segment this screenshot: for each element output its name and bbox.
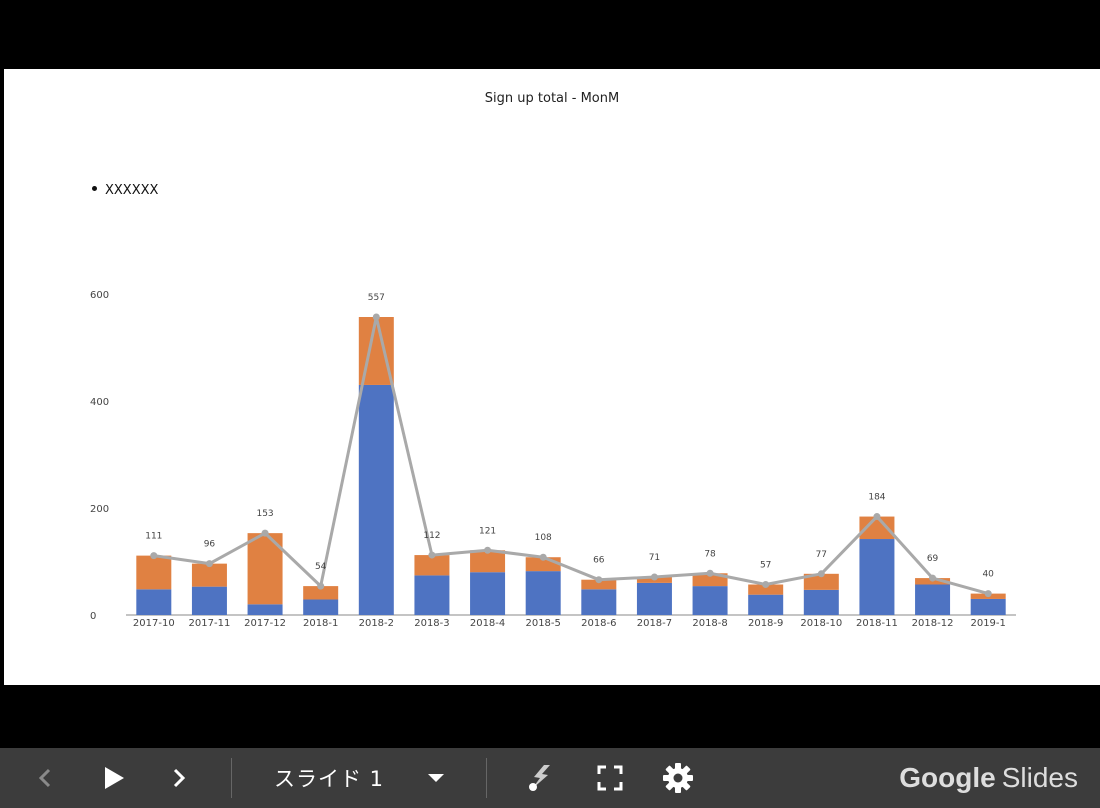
y-tick-label: 400 (90, 397, 109, 408)
y-tick-label: 600 (90, 290, 109, 301)
data-label: 54 (315, 562, 327, 572)
x-tick-label: 2018-6 (581, 618, 616, 629)
x-tick-label: 2018-11 (856, 618, 898, 629)
slide-selector-label: スライド 1 (273, 767, 385, 791)
data-label: 121 (479, 526, 496, 536)
data-label: 112 (423, 531, 440, 541)
bar-segment-series-1 (581, 589, 617, 615)
x-tick-label: 2018-10 (800, 618, 842, 629)
previous-slide-button[interactable] (28, 748, 62, 808)
toolbar-divider (231, 758, 232, 798)
brand-google: Google (899, 762, 996, 793)
slides-viewer: Sign up total - MonM XXXXXX 0 200 400 600 20… (0, 0, 1100, 808)
total-line-point (762, 581, 770, 589)
x-tick-label: 2018-4 (470, 618, 505, 629)
laser-pointer-button[interactable] (520, 748, 560, 808)
bar-segment-series-1 (191, 586, 227, 615)
bar-segment-series-1 (470, 572, 506, 615)
bar-segment-series-1 (136, 589, 172, 615)
total-line-point (484, 546, 492, 554)
total-line-point (317, 582, 325, 590)
laser-pointer-icon (529, 765, 550, 791)
bar-segment-series-1 (525, 571, 561, 615)
total-line-point (706, 569, 714, 577)
slide-selector[interactable]: スライド 1 (250, 748, 470, 808)
x-tick-label: 2018-1 (303, 618, 338, 629)
x-tick-label: 2018-5 (525, 618, 560, 629)
fullscreen-button[interactable] (592, 748, 628, 808)
x-tick-label: 2018-9 (748, 618, 783, 629)
data-label: 557 (368, 293, 385, 303)
total-line-point (372, 313, 380, 321)
bar-segment-series-1 (970, 598, 1006, 615)
bar-segment-series-1 (692, 586, 728, 615)
total-line-point (873, 513, 881, 521)
x-tick-label: 2018-8 (692, 618, 727, 629)
x-tick-label: 2019-1 (970, 618, 1005, 629)
x-tick-label: 2017-12 (244, 618, 286, 629)
total-line-point (150, 552, 158, 560)
play-icon (105, 767, 124, 789)
x-tick-label: 2018-3 (414, 618, 449, 629)
data-label: 57 (760, 561, 771, 571)
data-label: 71 (649, 553, 660, 563)
slide-canvas: Sign up total - MonM XXXXXX 0 200 400 600 20… (4, 69, 1100, 685)
data-label: 108 (535, 533, 552, 543)
brand-slides: Slides (1001, 762, 1078, 793)
chevron-right-icon (173, 768, 186, 788)
dropdown-icon (428, 774, 445, 782)
x-tick-label: 2018-2 (359, 618, 394, 629)
toolbar-divider (486, 758, 487, 798)
data-label: 69 (927, 554, 939, 564)
total-line-point (539, 553, 547, 561)
play-button[interactable] (96, 748, 132, 808)
bar-segment-series-1 (803, 589, 839, 615)
gear-icon (663, 763, 693, 793)
total-line-point (984, 590, 992, 598)
x-tick-label: 2018-12 (912, 618, 954, 629)
total-line-point (817, 570, 825, 578)
bar-segment-series-1 (636, 582, 672, 615)
data-label: 78 (704, 549, 716, 559)
data-label: 153 (256, 509, 273, 519)
bar-segment-series-1 (915, 584, 951, 615)
total-line-point (650, 573, 658, 581)
data-label: 77 (816, 550, 827, 560)
data-label: 111 (145, 532, 162, 542)
signup-chart: 0 200 400 600 2017-10 2017-11 2017-12 2018-1 201… (90, 290, 1016, 629)
x-tick-label: 2017-11 (189, 618, 231, 629)
bar-segment-series-1 (247, 604, 283, 615)
bar-segment-series-2 (136, 555, 172, 590)
data-label: 96 (204, 540, 216, 550)
y-tick-label: 0 (90, 611, 96, 622)
presentation-toolbar: スライド 1 Google Slides (0, 748, 1100, 808)
total-line-point (595, 576, 603, 584)
next-slide-button[interactable] (162, 748, 196, 808)
bar-segment-series-1 (358, 384, 394, 615)
x-tick-label: 2017-10 (133, 618, 175, 629)
google-slides-logo: Google Slides (899, 748, 1078, 808)
bar-segment-series-1 (414, 575, 450, 615)
total-line-point (929, 574, 937, 582)
data-label: 184 (868, 493, 885, 503)
total-line-point (428, 551, 436, 559)
chevron-left-icon (38, 768, 51, 788)
x-tick-label: 2018-7 (637, 618, 672, 629)
y-tick-label: 200 (90, 504, 109, 515)
data-label: 66 (593, 556, 605, 566)
settings-button[interactable] (656, 748, 700, 808)
fullscreen-icon (597, 765, 623, 791)
bar-segment-series-1 (748, 594, 784, 615)
total-line-point (205, 560, 213, 568)
total-line-point (261, 529, 269, 537)
bar-segment-series-1 (303, 599, 339, 615)
data-label: 40 (982, 570, 994, 580)
bar-segment-series-1 (859, 539, 895, 615)
